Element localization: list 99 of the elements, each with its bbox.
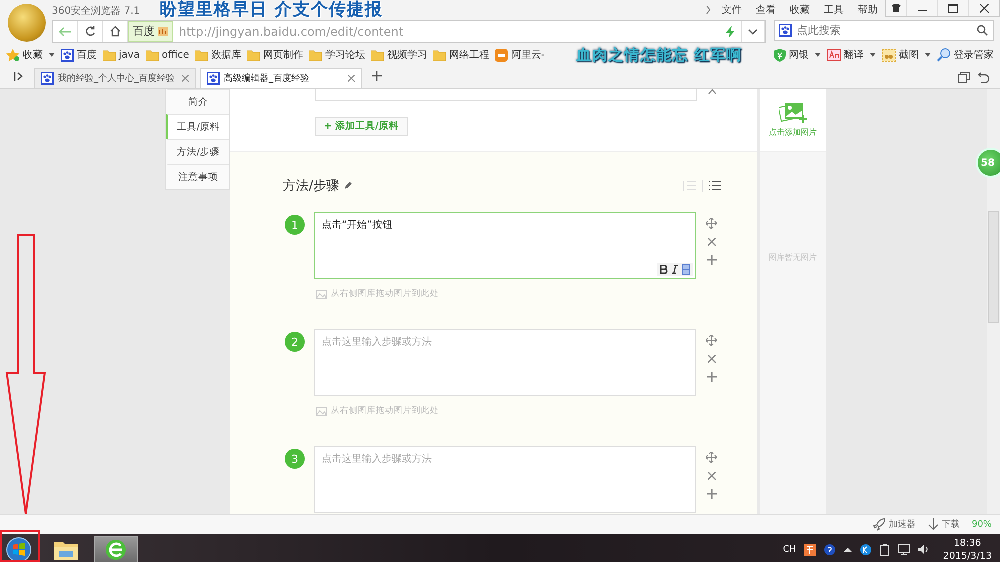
shield-icon bbox=[774, 48, 786, 62]
dropdown-icon[interactable] bbox=[870, 53, 876, 57]
bold-icon[interactable] bbox=[660, 265, 668, 274]
status-item[interactable]: 加速器 bbox=[872, 518, 916, 531]
window-title: 360安全浏览器 7.1 bbox=[52, 4, 140, 18]
delete-icon[interactable] bbox=[708, 238, 716, 246]
screenshot-icon bbox=[882, 48, 896, 62]
dropdown-icon[interactable] bbox=[925, 53, 932, 57]
reload-icon[interactable] bbox=[84, 26, 96, 37]
clock[interactable]: 18:36 2015/3/13 bbox=[943, 536, 992, 562]
star-icon bbox=[6, 48, 20, 62]
drop-hint: 从右侧图库拖动图片到此处 bbox=[331, 288, 439, 300]
browser-logo bbox=[8, 4, 46, 42]
toolbar-item[interactable]: 截图 bbox=[882, 48, 932, 62]
image-add-icon bbox=[779, 102, 807, 124]
volume-icon[interactable] bbox=[918, 544, 930, 555]
folder-icon bbox=[371, 50, 384, 60]
browser-taskbar-icon[interactable] bbox=[94, 536, 138, 562]
download-icon bbox=[928, 518, 939, 531]
step-input[interactable]: 点击“开始”按钮 bbox=[314, 212, 696, 279]
nav-item[interactable]: 工具/原料 bbox=[166, 114, 229, 139]
bookmark-item[interactable]: 视频学习 bbox=[371, 48, 428, 62]
translate-icon bbox=[827, 49, 842, 61]
cloud-icon bbox=[495, 48, 508, 62]
bookmark-item[interactable]: 收藏 bbox=[6, 48, 55, 62]
nav-item[interactable]: 注意事项 bbox=[166, 164, 229, 189]
add-icon[interactable] bbox=[706, 255, 716, 265]
delete-icon[interactable] bbox=[708, 355, 716, 363]
paw-icon bbox=[61, 48, 74, 62]
highlight-frame bbox=[0, 530, 40, 562]
status-item[interactable]: 下载 bbox=[928, 518, 960, 531]
ime-icon[interactable] bbox=[804, 544, 816, 556]
menu-item[interactable]: 帮助 bbox=[858, 3, 878, 17]
chevron-icon[interactable] bbox=[706, 6, 711, 14]
restore-tab-icon[interactable] bbox=[958, 72, 970, 82]
bookmark-item[interactable]: 网页制作 bbox=[247, 48, 304, 62]
menu-item[interactable]: 工具 bbox=[824, 3, 844, 17]
bookmark-item[interactable]: java bbox=[103, 50, 140, 60]
bookmark-item[interactable]: 阿里云- bbox=[495, 48, 545, 62]
add-icon[interactable] bbox=[706, 489, 716, 499]
rocket-icon bbox=[872, 518, 886, 531]
paw-icon bbox=[41, 72, 54, 85]
input-field[interactable] bbox=[315, 89, 697, 101]
drop-hint: 从右侧图库拖动图片到此处 bbox=[331, 405, 439, 417]
move-icon[interactable] bbox=[706, 452, 717, 463]
folder-icon bbox=[247, 50, 260, 60]
bookmark-item[interactable]: 学习论坛 bbox=[309, 48, 366, 62]
dropdown-icon[interactable] bbox=[49, 53, 55, 57]
step-number: 2 bbox=[285, 332, 305, 352]
security-icon[interactable] bbox=[860, 544, 872, 556]
shirt-icon[interactable] bbox=[892, 4, 900, 12]
menu-item[interactable]: 收藏 bbox=[790, 3, 810, 17]
toolbar-item[interactable]: 网银 bbox=[774, 48, 822, 62]
bookmark-item[interactable]: 网络工程 bbox=[433, 48, 490, 62]
search-icon[interactable] bbox=[977, 25, 988, 36]
lyrics-text: 血肉之情怎能忘 红军啊 bbox=[576, 45, 743, 65]
help-icon[interactable] bbox=[824, 544, 836, 556]
image-icon bbox=[316, 290, 327, 298]
pencil-icon[interactable] bbox=[344, 182, 352, 190]
language-indicator[interactable]: CH bbox=[783, 544, 796, 554]
toolbar-item[interactable]: 登录管家 bbox=[937, 48, 994, 62]
folder-icon bbox=[146, 50, 159, 60]
bookmark-item[interactable]: 百度 bbox=[61, 48, 97, 62]
new-tab-icon[interactable] bbox=[372, 71, 382, 81]
maximize-icon[interactable] bbox=[948, 4, 958, 12]
chart-icon[interactable] bbox=[158, 27, 168, 36]
step-number: 3 bbox=[285, 449, 305, 469]
move-icon[interactable] bbox=[706, 218, 717, 229]
menu-item[interactable]: 查看 bbox=[756, 3, 776, 17]
section-title: 方法/步骤 bbox=[283, 178, 340, 195]
dropdown-icon[interactable] bbox=[815, 53, 822, 57]
list-icon[interactable] bbox=[709, 181, 721, 191]
bookmark-item[interactable]: office bbox=[146, 50, 190, 60]
dropdown-icon[interactable] bbox=[748, 28, 758, 34]
bookmark-item[interactable]: 数据库 bbox=[195, 48, 242, 62]
toolbar-item[interactable]: 翻译 bbox=[827, 48, 876, 62]
folder-icon bbox=[433, 50, 446, 60]
italic-icon[interactable] bbox=[672, 265, 678, 274]
folder-icon bbox=[103, 50, 116, 60]
paw-icon bbox=[207, 72, 220, 85]
browser-tab[interactable]: 我的经验_个人中心_百度经验 bbox=[34, 68, 196, 88]
up-arrow-icon[interactable] bbox=[844, 547, 852, 552]
menu-item[interactable]: 文件 bbox=[722, 3, 742, 17]
home-icon[interactable] bbox=[110, 26, 120, 37]
delete-icon[interactable] bbox=[708, 472, 716, 480]
move-icon[interactable] bbox=[706, 335, 717, 346]
add-icon[interactable] bbox=[706, 372, 716, 382]
magnifier-icon bbox=[937, 48, 952, 62]
lyrics-text: 盼望里格早日 介支个传捷报 bbox=[160, 0, 384, 20]
nav-item[interactable]: 方法/步骤 bbox=[166, 139, 229, 164]
search-field[interactable]: 点此搜索 bbox=[774, 20, 994, 41]
close-icon[interactable] bbox=[980, 4, 988, 12]
folder-icon bbox=[195, 50, 208, 60]
undo-icon[interactable] bbox=[978, 72, 990, 82]
folder-icon bbox=[309, 50, 322, 60]
step-number: 1 bbox=[285, 215, 305, 235]
network-icon[interactable] bbox=[898, 544, 910, 555]
image-icon bbox=[316, 406, 327, 416]
browser-tab[interactable]: 高级编辑器_百度经验 bbox=[200, 68, 362, 88]
